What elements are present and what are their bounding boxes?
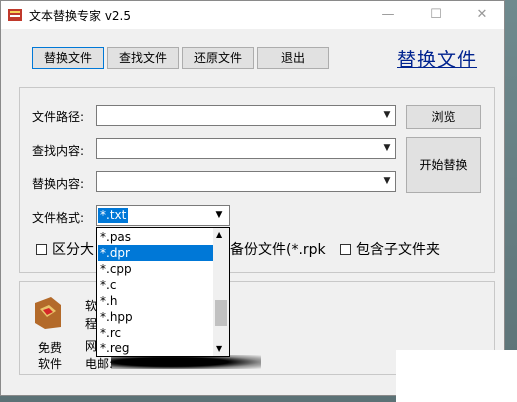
free-software-icon — [35, 297, 61, 329]
dropdown-scrollbar[interactable]: ▲ ▼ — [213, 228, 229, 356]
start-replace-button[interactable]: 开始替换 — [406, 137, 481, 193]
close-button[interactable]: ✕ — [460, 1, 504, 29]
find-combo[interactable]: ▼ — [96, 138, 396, 159]
format-option[interactable]: *.cpp — [98, 261, 214, 277]
subfolder-label: 包含子文件夹 — [356, 242, 440, 258]
path-label: 文件路径: — [32, 110, 85, 124]
title-bar: 文本替换专家 v2.5 — ☐ ✕ — [1, 1, 504, 29]
restore-file-button[interactable]: 还原文件 — [182, 47, 254, 69]
chevron-down-icon[interactable]: ▼ — [211, 207, 227, 224]
format-option[interactable]: *.h — [98, 293, 214, 309]
format-option-highlighted[interactable]: *.dpr — [98, 245, 214, 261]
format-option[interactable]: *.hpp — [98, 309, 214, 325]
scrollbar-thumb[interactable] — [215, 300, 227, 326]
app-icon — [8, 9, 22, 21]
chevron-down-icon[interactable]: ▼ — [379, 172, 395, 191]
browse-button[interactable]: 浏览 — [406, 105, 481, 129]
format-option[interactable]: *.c — [98, 277, 214, 293]
info-line-4: 电邮: — [85, 357, 114, 371]
scroll-up-icon[interactable]: ▲ — [216, 230, 222, 239]
backup-label: 备份文件(*.rpk — [230, 242, 326, 258]
find-file-button[interactable]: 查找文件 — [107, 47, 179, 69]
free-label-line1: 免费 — [38, 341, 63, 355]
main-window: 文本替换专家 v2.5 — ☐ ✕ 替换文件 查找文件 还原文件 退出 替换文件… — [0, 0, 505, 396]
scroll-down-icon[interactable]: ▼ — [216, 344, 222, 353]
format-option[interactable]: *.pas — [98, 229, 214, 245]
format-option[interactable]: *.rc — [98, 325, 214, 341]
replace-label: 替换内容: — [32, 177, 85, 191]
window-title: 文本替换专家 v2.5 — [29, 9, 132, 23]
format-option[interactable]: *.reg — [98, 340, 214, 356]
free-label-line2: 软件 — [38, 357, 63, 371]
file-format-select[interactable]: *.txt ▼ — [96, 205, 230, 226]
case-sensitive-checkbox[interactable] — [36, 244, 47, 255]
minimize-button[interactable]: — — [366, 1, 410, 29]
case-sensitive-label: 区分大 — [52, 242, 94, 258]
chevron-down-icon[interactable]: ▼ — [379, 139, 395, 158]
blank-area — [396, 350, 517, 402]
replace-file-button[interactable]: 替换文件 — [32, 47, 104, 69]
replace-combo[interactable]: ▼ — [96, 171, 396, 192]
brand-link[interactable]: 替换文件 — [397, 45, 477, 72]
file-format-selected: *.txt — [98, 208, 129, 223]
maximize-button[interactable]: ☐ — [414, 1, 458, 29]
path-combo[interactable]: ▼ — [96, 105, 396, 126]
file-format-dropdown-list: *.pas *.dpr *.cpp *.c *.h *.hpp *.rc *.r… — [96, 227, 230, 357]
subfolder-checkbox[interactable] — [340, 244, 351, 255]
chevron-down-icon[interactable]: ▼ — [379, 106, 395, 125]
exit-button[interactable]: 退出 — [257, 47, 329, 69]
find-label: 查找内容: — [32, 144, 85, 158]
redaction-mark — [111, 355, 261, 369]
format-label: 文件格式: — [32, 211, 85, 225]
